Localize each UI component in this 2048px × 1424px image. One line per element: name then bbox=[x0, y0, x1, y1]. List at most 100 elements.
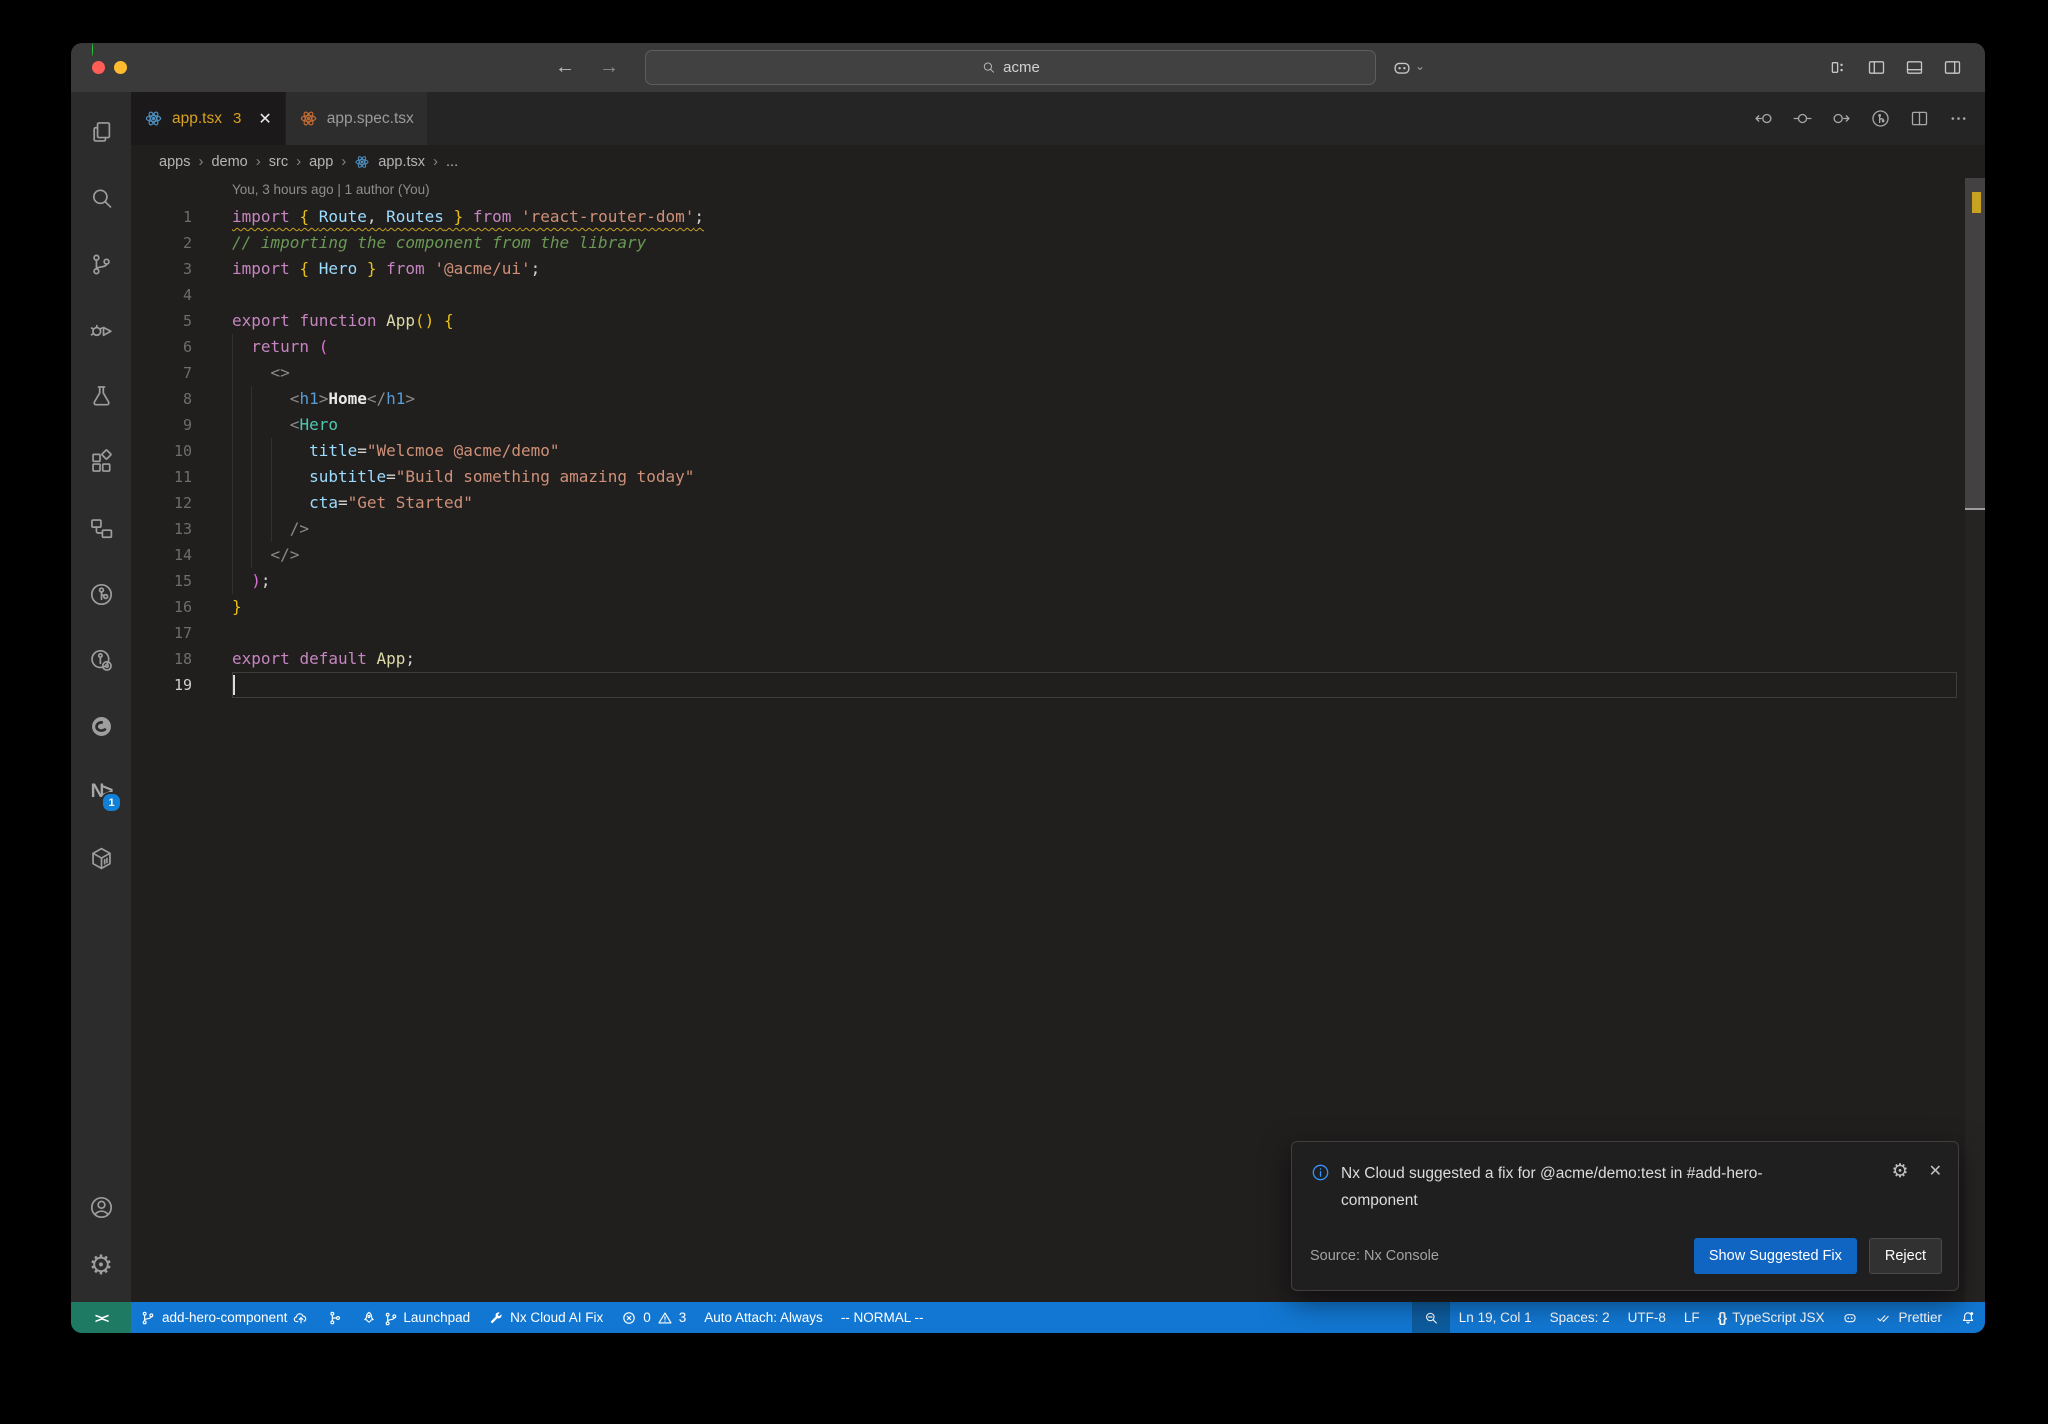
code-line[interactable]: 10 title="Welcmoe @acme/demo" bbox=[131, 438, 1985, 464]
open-changes-icon[interactable] bbox=[1792, 108, 1813, 129]
activity-references-button[interactable] bbox=[71, 495, 131, 561]
language-mode-status[interactable]: {} TypeScript JSX bbox=[1709, 1302, 1834, 1333]
nx-cloud-ai-fix-button[interactable]: Nx Cloud AI Fix bbox=[479, 1302, 612, 1333]
react-test-file-icon bbox=[299, 109, 318, 128]
formatter-status-button[interactable]: Prettier bbox=[1867, 1302, 1951, 1333]
code-line[interactable]: 6 return ( bbox=[131, 334, 1985, 360]
reject-button[interactable]: Reject bbox=[1868, 1238, 1942, 1274]
tab-app-spec-tsx[interactable]: app.spec.tsx bbox=[284, 92, 427, 145]
tab-app-tsx[interactable]: app.tsx 3 ✕ bbox=[131, 92, 285, 145]
notification-settings-icon[interactable]: ⚙ bbox=[1892, 1160, 1909, 1182]
encoding-status[interactable]: UTF-8 bbox=[1619, 1302, 1675, 1333]
blame-annotation[interactable]: You, 3 hours ago | 1 author (You) bbox=[232, 178, 1985, 204]
git-graph-icon bbox=[327, 1310, 343, 1326]
code-line[interactable]: 2 // importing the component from the lib… bbox=[131, 230, 1985, 256]
more-actions-icon[interactable] bbox=[1948, 108, 1969, 129]
remote-indicator-button[interactable]: >< bbox=[71, 1302, 131, 1333]
activity-extensions-button[interactable] bbox=[71, 429, 131, 495]
activity-gitlens-inspect-button[interactable] bbox=[71, 627, 131, 693]
activity-account-button[interactable] bbox=[71, 1178, 131, 1236]
code-line[interactable]: 15 ); bbox=[131, 568, 1985, 594]
breadcrumb-item[interactable]: apps bbox=[159, 154, 190, 170]
activity-nx-console-button[interactable]: N> 1 bbox=[71, 759, 131, 825]
toggle-panel-button[interactable] bbox=[1904, 57, 1925, 78]
customize-layout-button[interactable] bbox=[1828, 57, 1849, 78]
close-window-button[interactable] bbox=[92, 61, 105, 74]
line-number: 3 bbox=[182, 260, 192, 278]
scrollbar-thumb[interactable] bbox=[1965, 178, 1985, 510]
next-change-icon[interactable] bbox=[1831, 108, 1852, 129]
line-number: 1 bbox=[182, 208, 192, 226]
code-line[interactable]: 4 bbox=[131, 282, 1985, 308]
references-icon bbox=[88, 515, 115, 542]
vim-mode-status[interactable]: -- NORMAL -- bbox=[832, 1302, 933, 1333]
git-graph-status-button[interactable] bbox=[318, 1302, 352, 1333]
toggle-secondary-sidebar-button[interactable] bbox=[1942, 57, 1963, 78]
code-line[interactable]: 18 export default App; bbox=[131, 646, 1985, 672]
breadcrumb-item[interactable]: src bbox=[269, 154, 288, 170]
auto-attach-status[interactable]: Auto Attach: Always bbox=[695, 1302, 832, 1333]
breadcrumb-item[interactable]: app.tsx bbox=[378, 154, 425, 170]
zoom-window-button[interactable] bbox=[92, 43, 93, 56]
close-icon[interactable]: ✕ bbox=[1929, 1161, 1942, 1181]
code-line[interactable]: 19 bbox=[131, 672, 1985, 698]
source-control-icon bbox=[88, 251, 115, 278]
notifications-bell-button[interactable] bbox=[1951, 1302, 1985, 1333]
history-forward-button[interactable]: → bbox=[599, 56, 619, 79]
problems-status-button[interactable]: 0 3 bbox=[612, 1302, 695, 1333]
copilot-status-button[interactable] bbox=[1833, 1302, 1867, 1333]
code-editor[interactable]: You, 3 hours ago | 1 author (You) 1 impor… bbox=[131, 178, 1985, 1302]
activity-source-control-button[interactable] bbox=[71, 231, 131, 297]
git-branch-status[interactable]: add-hero-component bbox=[131, 1302, 318, 1333]
previous-change-icon[interactable] bbox=[1753, 108, 1774, 129]
copilot-icon bbox=[1842, 1310, 1858, 1326]
command-center-search[interactable]: acme bbox=[645, 50, 1376, 85]
breadcrumb-item[interactable]: ... bbox=[446, 154, 458, 170]
history-back-button[interactable]: ← bbox=[555, 56, 575, 79]
chevron-right-icon: › bbox=[296, 153, 302, 170]
code-line[interactable]: 9 <Hero bbox=[131, 412, 1985, 438]
account-icon bbox=[88, 1194, 115, 1221]
code-line[interactable]: 17 bbox=[131, 620, 1985, 646]
code-line[interactable]: 1 import { Route, Routes } from 'react-ro… bbox=[131, 204, 1985, 230]
breadcrumb-item[interactable]: demo bbox=[211, 154, 247, 170]
breadcrumb-item[interactable]: app bbox=[309, 154, 333, 170]
activity-package-button[interactable] bbox=[71, 825, 131, 891]
line-number: 6 bbox=[182, 338, 192, 356]
code-line[interactable]: 13 /> bbox=[131, 516, 1985, 542]
code-line[interactable]: 3 import { Hero } from '@acme/ui'; bbox=[131, 256, 1985, 282]
indentation-status[interactable]: Spaces: 2 bbox=[1541, 1302, 1619, 1333]
activity-explorer-button[interactable] bbox=[71, 99, 131, 165]
commit-graph-icon[interactable] bbox=[1870, 108, 1891, 129]
line-number: 18 bbox=[173, 650, 192, 668]
copilot-menu-button[interactable]: ⌄ bbox=[1391, 57, 1425, 79]
package-icon bbox=[88, 845, 115, 872]
toggle-primary-sidebar-button[interactable] bbox=[1866, 57, 1887, 78]
overview-warning-marker bbox=[1972, 192, 1981, 213]
split-editor-icon[interactable] bbox=[1909, 108, 1930, 129]
code-line[interactable]: 14 </> bbox=[131, 542, 1985, 568]
activity-search-button[interactable] bbox=[71, 165, 131, 231]
cursor-position-status[interactable]: Ln 19, Col 1 bbox=[1450, 1302, 1541, 1333]
editor-scrollbar[interactable] bbox=[1965, 178, 1985, 1302]
minimize-window-button[interactable] bbox=[114, 61, 127, 74]
code-line[interactable]: 11 subtitle="Build something amazing tod… bbox=[131, 464, 1985, 490]
activity-gitlens-button[interactable] bbox=[71, 561, 131, 627]
traffic-lights bbox=[92, 43, 127, 74]
code-line[interactable]: 7 <> bbox=[131, 360, 1985, 386]
line-number: 16 bbox=[173, 598, 192, 616]
zoom-status-button[interactable] bbox=[1411, 1302, 1450, 1333]
line-number: 17 bbox=[173, 624, 192, 642]
activity-testing-button[interactable] bbox=[71, 363, 131, 429]
launchpad-button[interactable]: Launchpad bbox=[352, 1302, 479, 1333]
activity-run-debug-button[interactable] bbox=[71, 297, 131, 363]
code-line[interactable]: 8 <h1>Home</h1> bbox=[131, 386, 1985, 412]
code-line[interactable]: 12 cta="Get Started" bbox=[131, 490, 1985, 516]
close-tab-icon[interactable]: ✕ bbox=[258, 109, 271, 129]
eol-status[interactable]: LF bbox=[1675, 1302, 1709, 1333]
code-line[interactable]: 5 export function App() { bbox=[131, 308, 1985, 334]
code-line[interactable]: 16} bbox=[131, 594, 1985, 620]
activity-settings-button[interactable]: ⚙ bbox=[71, 1236, 131, 1294]
activity-edge-button[interactable] bbox=[71, 693, 131, 759]
show-suggested-fix-button[interactable]: Show Suggested Fix bbox=[1693, 1238, 1857, 1274]
